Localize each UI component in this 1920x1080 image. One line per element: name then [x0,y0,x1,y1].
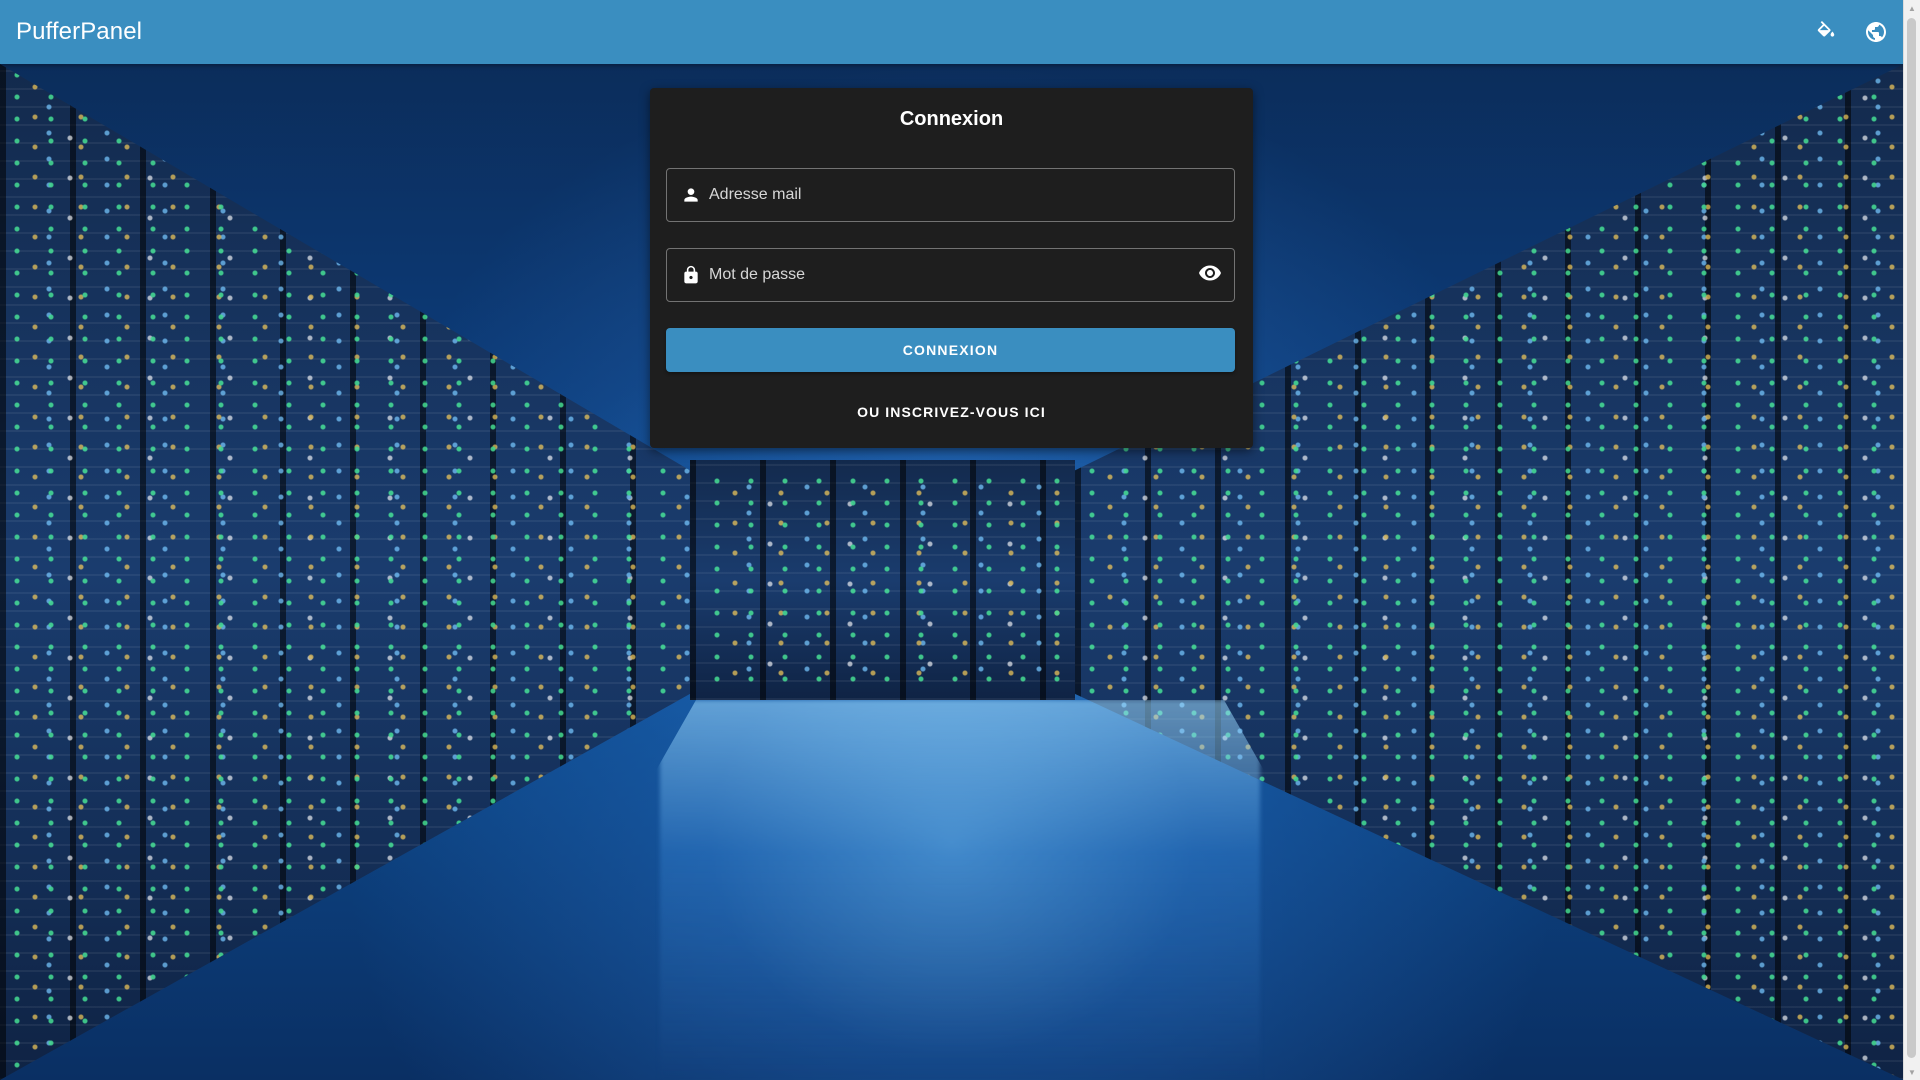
theme-button[interactable] [1812,18,1840,46]
register-link[interactable]: OU INSCRIVEZ-VOUS ICI [650,404,1253,420]
vertical-scrollbar[interactable]: ▲ ▼ [1903,0,1920,1080]
lock-icon [679,263,703,287]
globe-icon [1864,20,1888,44]
email-field[interactable] [666,168,1235,222]
scrollbar-thumb[interactable] [1907,18,1916,1058]
topbar-actions [1812,18,1890,46]
login-title: Connexion [899,108,1004,130]
app-title[interactable]: PufferPanel [16,18,142,46]
scroll-up-arrow-icon[interactable]: ▲ [1904,0,1920,16]
page: PufferPanel Connexion Adresse mail CONNE… [0,0,1920,1080]
password-field[interactable] [666,248,1235,302]
language-button[interactable] [1862,18,1890,46]
server-lights-left [0,64,690,1080]
email-input[interactable] [703,169,1234,221]
eye-icon [1198,261,1222,290]
account-icon [679,183,703,207]
password-input[interactable] [703,249,1196,301]
show-password-toggle[interactable] [1196,261,1224,289]
login-button[interactable]: CONNEXION [666,328,1235,372]
top-app-bar: PufferPanel [0,0,1904,64]
scroll-down-arrow-icon[interactable]: ▼ [1904,1064,1920,1080]
paint-bucket-icon [1815,21,1837,43]
login-card: Connexion Adresse mail CONNEXION OU INSC… [650,88,1253,448]
server-lights-back [700,470,1070,690]
floor-glow [660,700,1260,1080]
